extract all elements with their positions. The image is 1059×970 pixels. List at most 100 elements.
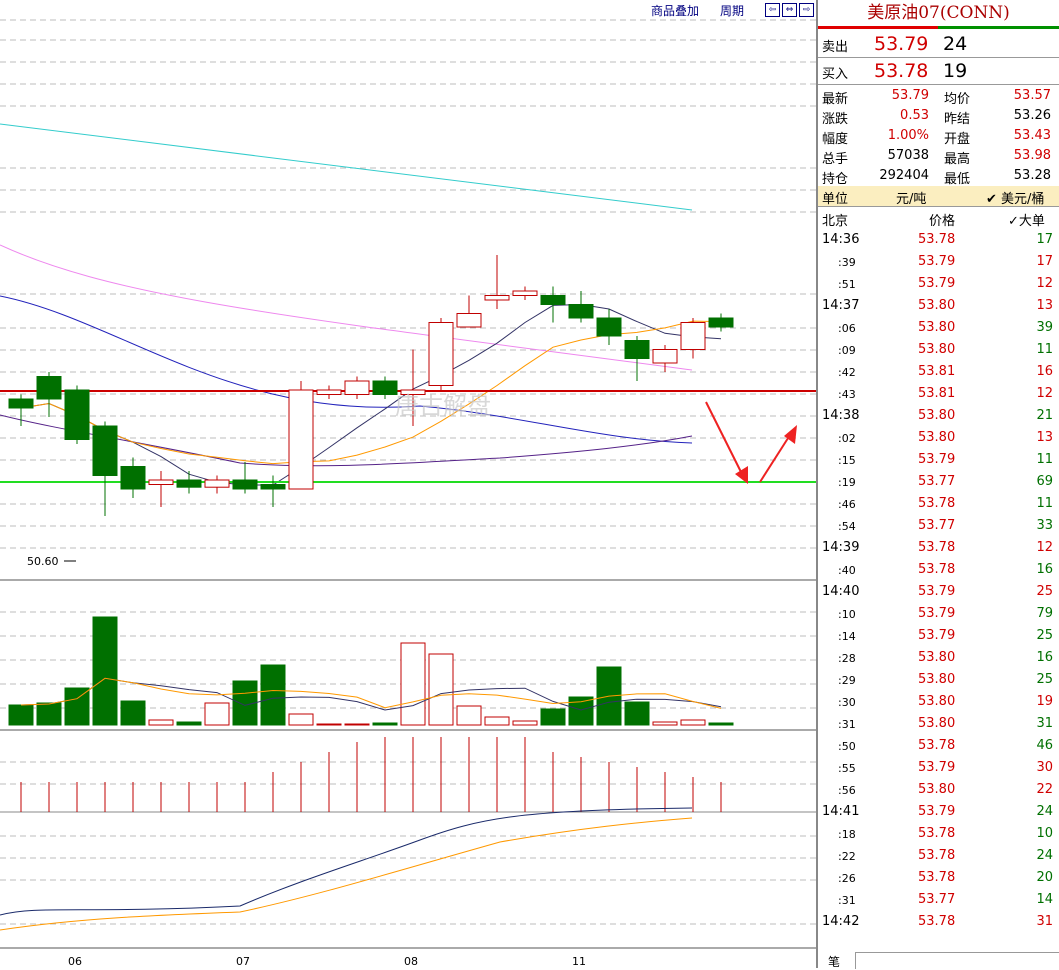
tick-row[interactable]: :19 53.77 69 bbox=[818, 471, 1059, 493]
quote-panel: 美原油07(CONN) 卖出 53.79 24 买入 53.78 19 最新 53… bbox=[818, 0, 1059, 968]
quote-label: 最低 bbox=[944, 172, 971, 187]
tick-row[interactable]: :50 53.78 46 bbox=[818, 735, 1059, 757]
volume-bar bbox=[204, 702, 230, 726]
tick-row[interactable]: 14:39 53.78 12 bbox=[818, 537, 1059, 559]
tick-row[interactable]: :18 53.78 10 bbox=[818, 823, 1059, 845]
tick-row[interactable]: :40 53.78 16 bbox=[818, 559, 1059, 581]
candlestick bbox=[92, 421, 118, 516]
quote-label: 最新 bbox=[822, 92, 849, 107]
tick-time: :43 bbox=[838, 388, 856, 401]
unit-usd[interactable]: ✔ 美元/桶 bbox=[986, 188, 1044, 207]
tick-row[interactable]: 14:36 53.78 17 bbox=[818, 229, 1059, 251]
tick-volume: 46 bbox=[1036, 738, 1053, 753]
volume-bar bbox=[708, 722, 734, 726]
unit-cny[interactable]: 元/吨 bbox=[896, 188, 926, 207]
title-bar-red bbox=[818, 26, 938, 29]
tick-row[interactable]: :30 53.80 19 bbox=[818, 691, 1059, 713]
tick-volume: 22 bbox=[1036, 782, 1053, 797]
tick-price: 53.77 bbox=[918, 474, 956, 489]
tick-row[interactable]: :02 53.80 13 bbox=[818, 427, 1059, 449]
candle-body bbox=[372, 380, 398, 395]
candle-body bbox=[64, 389, 90, 440]
tick-row[interactable]: :14 53.79 25 bbox=[818, 625, 1059, 647]
quote-label: 总手 bbox=[822, 152, 849, 167]
tick-time: :28 bbox=[838, 652, 856, 665]
tick-time: :40 bbox=[838, 564, 856, 577]
ticks-head-volume[interactable]: ✓大单 bbox=[1008, 210, 1045, 229]
volume-bar bbox=[456, 705, 482, 726]
tick-time: :51 bbox=[838, 278, 856, 291]
tick-volume: 12 bbox=[1036, 386, 1053, 401]
candlestick bbox=[372, 376, 398, 399]
tick-volume: 30 bbox=[1036, 760, 1053, 775]
tick-volume: 24 bbox=[1036, 848, 1053, 863]
tick-row[interactable]: :31 53.77 14 bbox=[818, 889, 1059, 911]
sell-price: 53.79 bbox=[874, 33, 929, 55]
tick-volume: 16 bbox=[1036, 562, 1053, 577]
volume-bar bbox=[176, 721, 202, 726]
candlestick bbox=[540, 286, 566, 323]
tick-volume: 17 bbox=[1036, 232, 1053, 247]
tick-row[interactable]: :26 53.78 20 bbox=[818, 867, 1059, 889]
quote-label: 最高 bbox=[944, 152, 971, 167]
tick-row[interactable]: :15 53.79 11 bbox=[818, 449, 1059, 471]
tick-row[interactable]: 14:42 53.78 31 bbox=[818, 911, 1059, 933]
quote-label: 涨跌 bbox=[822, 112, 849, 127]
unit-row: 单位 元/吨 ✔ 美元/桶 bbox=[818, 186, 1059, 207]
candle-body bbox=[596, 317, 622, 337]
tick-row[interactable]: :29 53.80 25 bbox=[818, 669, 1059, 691]
tick-price: 53.79 bbox=[918, 760, 956, 775]
tick-row[interactable]: :51 53.79 12 bbox=[818, 273, 1059, 295]
tick-volume: 39 bbox=[1036, 320, 1053, 335]
tick-price: 53.78 bbox=[918, 540, 956, 555]
tick-row[interactable]: :39 53.79 17 bbox=[818, 251, 1059, 273]
candlestick bbox=[680, 318, 706, 359]
chart-canvas[interactable]: 50.60 唐古解盘 bbox=[0, 0, 816, 968]
tick-row[interactable]: 14:37 53.80 13 bbox=[818, 295, 1059, 317]
ticks-head-time: 北京 bbox=[822, 214, 849, 229]
candlestick bbox=[344, 376, 370, 399]
candle-body bbox=[316, 389, 342, 395]
tick-row[interactable]: :31 53.80 31 bbox=[818, 713, 1059, 735]
tick-time: :19 bbox=[838, 476, 856, 489]
tick-row[interactable]: :46 53.78 11 bbox=[818, 493, 1059, 515]
tick-row[interactable]: :06 53.80 39 bbox=[818, 317, 1059, 339]
candle-body bbox=[148, 479, 174, 485]
tick-volume: 16 bbox=[1036, 650, 1053, 665]
tick-volume: 12 bbox=[1036, 276, 1053, 291]
tick-time: :06 bbox=[838, 322, 856, 335]
volume-bar bbox=[344, 723, 370, 726]
candlestick bbox=[64, 385, 90, 444]
tick-time: :31 bbox=[838, 718, 856, 731]
candle-body bbox=[456, 313, 482, 328]
candlestick bbox=[624, 336, 650, 381]
tick-volume: 12 bbox=[1036, 540, 1053, 555]
volume-bar bbox=[624, 701, 650, 726]
tick-row[interactable]: :55 53.79 30 bbox=[818, 757, 1059, 779]
tick-row[interactable]: 14:41 53.79 24 bbox=[818, 801, 1059, 823]
tick-row[interactable]: :22 53.78 24 bbox=[818, 845, 1059, 867]
tick-time: :46 bbox=[838, 498, 856, 511]
tick-row[interactable]: :28 53.80 16 bbox=[818, 647, 1059, 669]
tick-row[interactable]: :54 53.77 33 bbox=[818, 515, 1059, 537]
quote-value: 53.43 bbox=[1013, 128, 1051, 143]
trend-arrows bbox=[705, 401, 797, 484]
tick-row[interactable]: :10 53.79 79 bbox=[818, 603, 1059, 625]
tick-row[interactable]: :56 53.80 22 bbox=[818, 779, 1059, 801]
tick-time: 14:38 bbox=[822, 408, 860, 423]
tick-row[interactable]: :09 53.80 11 bbox=[818, 339, 1059, 361]
tick-price: 53.80 bbox=[918, 320, 956, 335]
tick-price: 53.79 bbox=[918, 254, 956, 269]
date-label: 08 bbox=[404, 955, 418, 968]
volume-bar bbox=[64, 687, 90, 726]
tick-time: :18 bbox=[838, 828, 856, 841]
candlestick bbox=[512, 286, 538, 300]
tick-time: :31 bbox=[838, 894, 856, 907]
tick-row[interactable]: 14:38 53.80 21 bbox=[818, 405, 1059, 427]
tick-time: 14:42 bbox=[822, 914, 860, 929]
tick-row[interactable]: 14:40 53.79 25 bbox=[818, 581, 1059, 603]
tick-row[interactable]: :43 53.81 12 bbox=[818, 383, 1059, 405]
kline-chart-area[interactable]: 商品叠加 周期 ⇦ ⇔ ⇨ 50.60 唐古解盘 06 07 08 11 bbox=[0, 0, 816, 968]
tick-time: 14:37 bbox=[822, 298, 860, 313]
tick-row[interactable]: :42 53.81 16 bbox=[818, 361, 1059, 383]
